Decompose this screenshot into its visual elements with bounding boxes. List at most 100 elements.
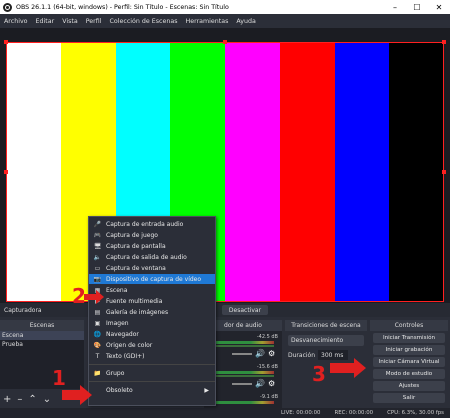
mixer-track: -15.6 dB 🔊 ⚙ bbox=[206, 364, 280, 388]
menu-archivo[interactable]: Archivo bbox=[4, 18, 28, 25]
menu-item-audio-input-capture[interactable]: 🎤 Captura de entrada audio bbox=[89, 219, 215, 229]
preview-canvas[interactable] bbox=[0, 28, 450, 303]
deactivate-button[interactable]: Desactivar bbox=[222, 305, 268, 315]
menu-item-group[interactable]: 📁 Grupo bbox=[89, 368, 215, 378]
menu-editar[interactable]: Editar bbox=[36, 18, 55, 25]
microphone-icon: 🎤 bbox=[93, 220, 102, 228]
volume-controls: 🔊 ⚙ bbox=[232, 349, 275, 358]
start-recording-button[interactable]: Iniciar grabación bbox=[373, 345, 445, 355]
add-scene-icon[interactable]: + bbox=[3, 394, 11, 405]
scene-item[interactable]: Escena bbox=[0, 331, 84, 340]
red-arrow-icon bbox=[62, 385, 92, 405]
folder-icon: 📁 bbox=[93, 369, 102, 377]
menu-separator bbox=[89, 364, 215, 365]
menu-item-game-capture[interactable]: 🎮 Captura de juego bbox=[89, 230, 215, 240]
menu-herramientas[interactable]: Herramientas bbox=[186, 18, 229, 25]
move-up-icon[interactable]: ⌃ bbox=[28, 394, 36, 405]
menu-coleccion-escenas[interactable]: Colección de Escenas bbox=[110, 18, 178, 25]
volume-slider[interactable] bbox=[232, 382, 252, 385]
red-arrow-icon bbox=[330, 358, 366, 378]
menu-item-text-gdi[interactable]: T Texto (GDI+) bbox=[89, 351, 215, 361]
monitor-icon: 🖥 bbox=[93, 242, 102, 250]
camera-icon: 📷 bbox=[93, 275, 102, 283]
menu-item-browser[interactable]: 🌐 Navegador bbox=[89, 329, 215, 339]
submenu-arrow-icon: ▶ bbox=[204, 386, 209, 394]
resize-handle[interactable] bbox=[223, 40, 227, 44]
menu-item-video-capture-device[interactable]: 📷 Dispositivo de captura de vídeo bbox=[89, 274, 215, 284]
transitions-header: Transiciones de escena bbox=[285, 320, 367, 331]
image-icon: ▣ bbox=[94, 319, 101, 327]
menu-ayuda[interactable]: Ayuda bbox=[236, 18, 255, 25]
red-arrow-icon bbox=[84, 290, 104, 304]
resize-handle[interactable] bbox=[442, 40, 446, 44]
resize-handle[interactable] bbox=[4, 40, 8, 44]
text-icon: T bbox=[95, 352, 100, 360]
transition-select-value: Desvanecimiento bbox=[291, 337, 344, 344]
volume-slider[interactable] bbox=[232, 352, 252, 355]
menu-item-window-capture[interactable]: ▭ Captura de ventana bbox=[89, 263, 215, 273]
gear-icon[interactable]: ⚙ bbox=[268, 349, 275, 358]
live-status: LIVE: 00:00:00 bbox=[281, 410, 321, 416]
speaker-icon: 🔈 bbox=[93, 253, 102, 261]
menu-item-media-source[interactable]: ▶Fuente multimedia bbox=[89, 296, 215, 306]
rec-status: REC: 00:00:00 bbox=[334, 410, 374, 416]
exit-button[interactable]: Salir bbox=[373, 393, 445, 403]
move-down-icon[interactable]: ⌄ bbox=[43, 394, 51, 405]
title-bar: OBS 26.1.1 (64-bit, windows) - Perfil: S… bbox=[0, 0, 450, 14]
maximize-icon[interactable]: ☐ bbox=[406, 3, 428, 12]
minimize-icon[interactable]: – bbox=[384, 3, 406, 12]
menu-vista[interactable]: Vista bbox=[62, 18, 78, 25]
menu-item-image[interactable]: ▣ Imagen bbox=[89, 318, 215, 328]
track-db-value: -9.1 dB bbox=[260, 394, 278, 400]
track-db-value: -42.5 dB bbox=[256, 334, 278, 340]
menu-item-image-slideshow[interactable]: ▤ Galería de imágenes bbox=[89, 307, 215, 317]
gamepad-icon: 🎮 bbox=[93, 231, 102, 239]
volume-meter bbox=[216, 345, 274, 347]
callout-number: 3 bbox=[312, 362, 326, 386]
mixer-track: -42.5 dB 🔊 ⚙ bbox=[206, 334, 280, 358]
window-title: OBS 26.1.1 (64-bit, windows) - Perfil: S… bbox=[16, 3, 229, 11]
start-streaming-button[interactable]: Iniciar Transmisión bbox=[373, 333, 445, 343]
cpu-status: CPU: 6.3%, 30.00 fps bbox=[387, 410, 444, 416]
duration-label: Duración bbox=[288, 351, 316, 359]
menu-item-deprecated[interactable]: Obsoleto ▶ bbox=[89, 385, 215, 395]
controls-dock: Controles Iniciar Transmisión Iniciar gr… bbox=[370, 320, 448, 410]
selection-border[interactable] bbox=[6, 42, 444, 302]
studio-mode-button[interactable]: Modo de estudio bbox=[373, 369, 445, 379]
palette-icon: 🎨 bbox=[93, 341, 102, 349]
track-db-value: -15.6 dB bbox=[256, 364, 278, 370]
resize-handle[interactable] bbox=[442, 170, 446, 174]
gallery-icon: ▤ bbox=[94, 308, 101, 316]
menu-item-display-capture[interactable]: 🖥 Captura de pantalla bbox=[89, 241, 215, 251]
start-virtual-camera-button[interactable]: Iniciar Cámara Virtual bbox=[373, 357, 445, 367]
transition-select[interactable]: Desvanecimiento bbox=[288, 335, 364, 346]
menu-item-scene[interactable]: ▦ Escena bbox=[89, 285, 215, 295]
volume-meter bbox=[216, 375, 274, 377]
settings-button[interactable]: Ajustes bbox=[373, 381, 445, 391]
window-icon: ▭ bbox=[94, 264, 101, 272]
add-source-context-menu: 🎤 Captura de entrada audio 🎮 Captura de ju… bbox=[88, 216, 216, 406]
volume-meter bbox=[216, 341, 274, 344]
speaker-icon[interactable]: 🔊 bbox=[255, 379, 265, 388]
menu-item-audio-output-capture[interactable]: 🔈 Captura de salida de audio bbox=[89, 252, 215, 262]
globe-icon: 🌐 bbox=[93, 330, 102, 338]
resize-handle[interactable] bbox=[4, 170, 8, 174]
controls-body: Iniciar Transmisión Iniciar grabación In… bbox=[370, 331, 448, 410]
menu-item-color-source[interactable]: 🎨 Origen de color bbox=[89, 340, 215, 350]
gear-icon[interactable]: ⚙ bbox=[268, 379, 275, 388]
remove-scene-icon[interactable]: – bbox=[17, 394, 22, 405]
obs-logo-icon bbox=[3, 2, 12, 12]
scene-list: Escena Prueba bbox=[0, 331, 84, 389]
source-toolbar: Capturadora Desactivar bbox=[0, 303, 450, 317]
speaker-icon[interactable]: 🔊 bbox=[255, 349, 265, 358]
controls-header: Controles bbox=[370, 320, 448, 331]
status-bar: LIVE: 00:00:00 REC: 00:00:00 CPU: 6.3%, … bbox=[0, 408, 450, 418]
volume-controls: 🔊 ⚙ bbox=[232, 379, 275, 388]
volume-meter bbox=[216, 371, 274, 374]
menu-perfil[interactable]: Perfil bbox=[86, 18, 102, 25]
menu-separator bbox=[89, 381, 215, 382]
scenes-header: Escenas bbox=[0, 320, 84, 331]
close-icon[interactable]: ✕ bbox=[428, 3, 450, 12]
scene-item[interactable]: Prueba bbox=[0, 340, 84, 349]
menu-bar: Archivo Editar Vista Perfil Colección de… bbox=[0, 14, 450, 28]
